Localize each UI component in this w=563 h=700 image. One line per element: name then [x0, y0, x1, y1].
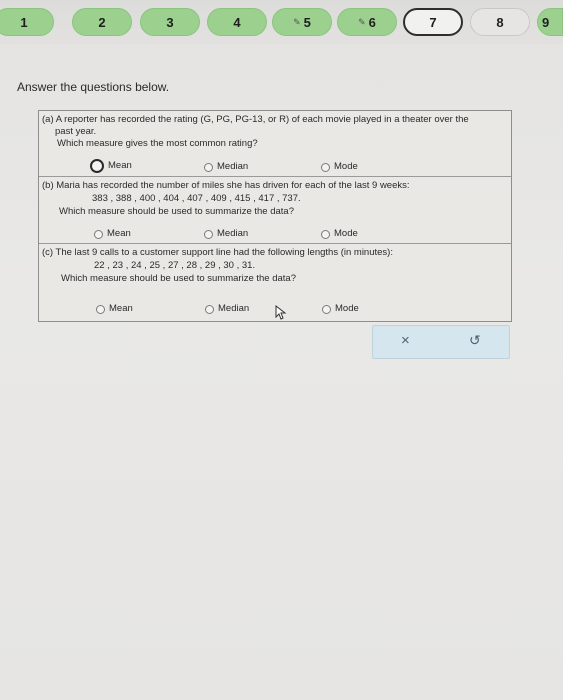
edit-pencil-icon: ✎	[293, 16, 301, 27]
question-8-button[interactable]: 8	[470, 8, 530, 36]
part-c-option-mean[interactable]: Mean	[96, 303, 133, 315]
radio-icon[interactable]	[321, 162, 330, 172]
radio-icon[interactable]	[96, 304, 105, 314]
question-6-label: 6	[368, 14, 376, 30]
question-7-label: 7	[429, 14, 437, 30]
question-9-label: 9	[542, 14, 550, 30]
part-a-option-median-label: Median	[217, 161, 249, 172]
question-6-button[interactable]: ✎ 6	[337, 8, 397, 36]
part-a-option-mode-label: Mode	[334, 161, 358, 172]
part-c-text: (c) The last 9 calls to a customer suppo…	[42, 247, 393, 258]
part-c-option-mean-label: Mean	[109, 303, 133, 314]
clear-answer-icon[interactable]: ×	[401, 332, 410, 349]
question-8-label: 8	[496, 14, 504, 30]
part-a: (a) A reporter has recorded the rating (…	[39, 111, 511, 176]
question-5-label: 5	[303, 14, 311, 30]
mouse-pointer-icon	[275, 304, 287, 323]
part-b-option-mode[interactable]: Mode	[321, 228, 358, 240]
part-c-data: 22 , 23 , 24 , 25 , 27 , 28 , 29 , 30 , …	[94, 260, 256, 271]
question-1-button[interactable]: 1	[0, 8, 54, 36]
radio-icon[interactable]	[205, 304, 214, 314]
part-c-prompt: Which measure should be used to summariz…	[61, 273, 296, 284]
question-3-button[interactable]: 3	[140, 8, 200, 36]
radio-selected-icon[interactable]	[90, 159, 104, 173]
part-a-option-mean-label: Mean	[108, 160, 132, 171]
radio-icon[interactable]	[322, 304, 331, 314]
part-a-option-mean[interactable]: Mean	[90, 159, 132, 173]
part-a-text-line2: past year.	[55, 126, 97, 137]
radio-icon[interactable]	[321, 229, 330, 239]
part-a-option-median[interactable]: Median	[204, 161, 248, 173]
part-b-prompt: Which measure should be used to summariz…	[59, 206, 294, 217]
part-b-option-median-label: Median	[217, 228, 249, 239]
question-2-label: 2	[98, 14, 106, 30]
edit-pencil-icon: ✎	[358, 16, 366, 27]
radio-icon[interactable]	[94, 229, 103, 239]
instructions-text: Answer the questions below.	[17, 80, 170, 94]
part-a-prompt: Which measure gives the most common rati…	[57, 138, 258, 149]
radio-icon[interactable]	[204, 162, 213, 172]
question-4-label: 4	[233, 14, 241, 30]
part-b-data: 383 , 388 , 400 , 404 , 407 , 409 , 415 …	[92, 193, 301, 204]
part-b: (b) Maria has recorded the number of mil…	[39, 176, 511, 244]
part-b-option-mean-label: Mean	[107, 228, 131, 239]
part-c-option-mode[interactable]: Mode	[322, 303, 359, 315]
radio-icon[interactable]	[204, 229, 213, 239]
part-c-option-mode-label: Mode	[335, 303, 359, 314]
question-2-button[interactable]: 2	[72, 8, 132, 36]
part-b-text: (b) Maria has recorded the number of mil…	[42, 180, 410, 191]
question-1-label: 1	[20, 14, 28, 30]
undo-icon[interactable]: ↺	[469, 332, 481, 349]
question-4-button[interactable]: 4	[207, 8, 267, 36]
part-a-text-line1: (a) A reporter has recorded the rating (…	[42, 114, 469, 125]
question-9-button[interactable]: 9	[537, 8, 563, 36]
part-a-option-mode[interactable]: Mode	[321, 161, 358, 173]
question-7-button[interactable]: 7	[403, 8, 463, 36]
question-navigation-bar: 1 2 3 4 ✎ 5 ✎ 6 7 8 9	[0, 0, 563, 44]
question-5-button[interactable]: ✎ 5	[272, 8, 332, 36]
part-c-option-median[interactable]: Median	[205, 303, 249, 315]
part-b-option-mean[interactable]: Mean	[94, 228, 131, 240]
part-c-option-median-label: Median	[218, 303, 250, 314]
answer-actions-bar: × ↺	[372, 325, 510, 359]
question-3-label: 3	[166, 14, 174, 30]
questions-panel: (a) A reporter has recorded the rating (…	[38, 110, 512, 322]
part-b-option-median[interactable]: Median	[204, 228, 248, 240]
part-b-option-mode-label: Mode	[334, 228, 358, 239]
